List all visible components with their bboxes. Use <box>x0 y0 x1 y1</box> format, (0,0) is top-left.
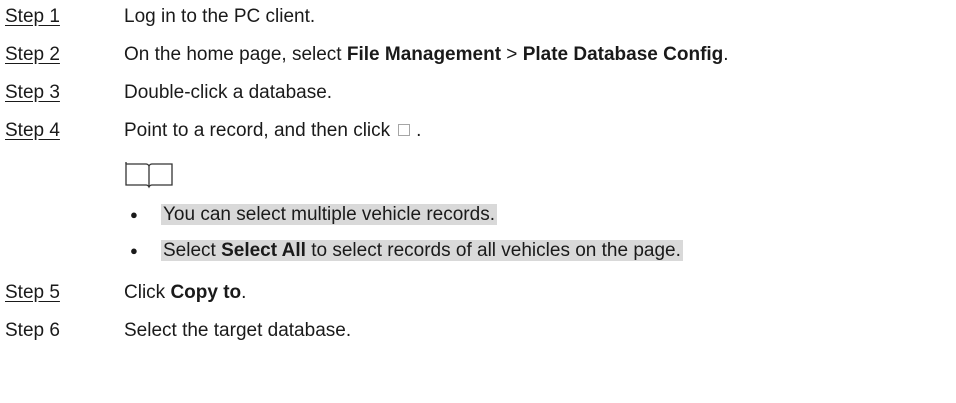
file-management-term: File Management <box>346 44 502 65</box>
step-2-separator: > <box>501 44 523 65</box>
bullet-icon: ● <box>130 207 138 222</box>
bullet-2-text: Select Select All to select records of a… <box>161 240 683 261</box>
step-3-text: Double-click a database. <box>124 82 333 103</box>
step-5-period: . <box>241 282 247 303</box>
plate-database-config-term: Plate Database Config <box>522 44 724 65</box>
checkbox-icon <box>398 123 411 136</box>
bullet-icon: ● <box>130 243 138 258</box>
step-6-text: Select the target database. <box>124 320 352 341</box>
step-2-text-pre: On the home page, select <box>124 44 347 65</box>
step-4-period: . <box>416 120 422 141</box>
select-all-term: Select All <box>221 240 306 261</box>
step-5-label[interactable]: Step 5 <box>5 278 105 308</box>
step-3-label[interactable]: Step 3 <box>5 78 105 108</box>
step-2-label[interactable]: Step 2 <box>5 40 105 70</box>
bullet-1-text: You can select multiple vehicle records. <box>161 204 497 225</box>
step-1-label[interactable]: Step 1 <box>5 2 105 32</box>
step-4-text: Point to a record, and then click. <box>124 116 421 146</box>
bullet-2-pre: Select <box>163 240 222 261</box>
step-2-text: On the home page, select File Management… <box>124 40 729 70</box>
step-4-label[interactable]: Step 4 <box>5 116 105 146</box>
step-6-label: Step 6 <box>5 320 60 341</box>
step-5-text-pre: Click <box>124 282 171 303</box>
step-1-text: Log in to the PC client. <box>124 6 316 27</box>
book-icon <box>125 162 173 189</box>
copy-to-term: Copy to <box>170 282 242 303</box>
step-5-text: Click Copy to. <box>124 278 246 308</box>
step-4-text-pre: Point to a record, and then click <box>124 120 391 141</box>
step-2-period: . <box>723 44 729 65</box>
bullet-2-post: to select records of all vehicles on the… <box>305 240 681 261</box>
